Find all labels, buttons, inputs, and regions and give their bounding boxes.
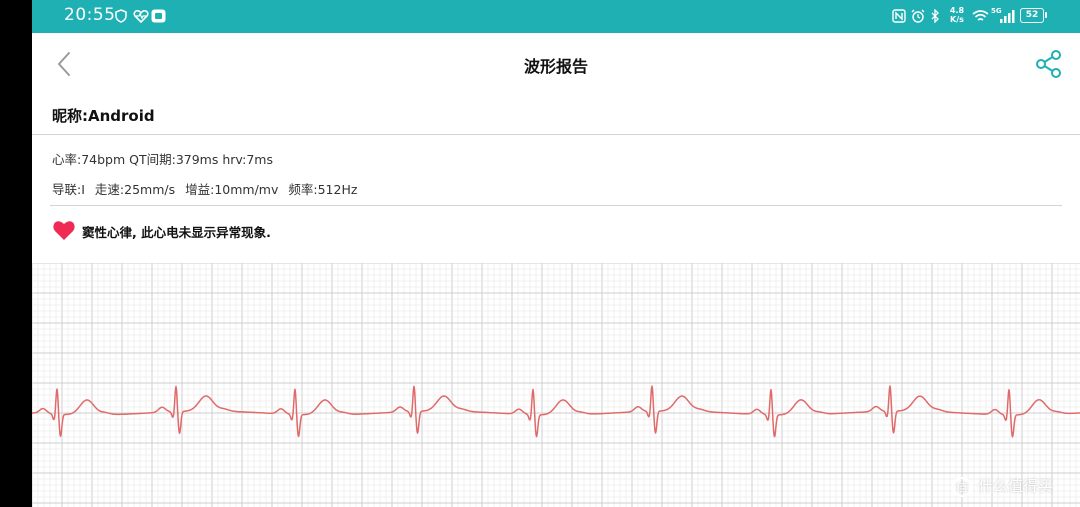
lead-value: 导联:I — [52, 182, 85, 197]
diagnosis-text: 窦性心律, 此心电未显示异常现象. — [82, 225, 271, 240]
battery-level: 52 — [1025, 10, 1039, 20]
ecg-grid — [32, 263, 1080, 507]
battery-tip — [1045, 12, 1047, 18]
nfc-icon — [892, 9, 906, 23]
recording-settings-info: 导联:I 走速:25mm/s 增益:10mm/mv 频率:512Hz — [52, 179, 367, 198]
wifi-icon — [972, 10, 989, 21]
network-speed: 4.8 K/s — [949, 6, 965, 24]
app-screen: 20:55 4.8 K/s 5G 52 波形报告 昵称:Android 心率:7… — [32, 0, 1080, 507]
gain-value: 增益:10mm/mv — [185, 182, 279, 197]
divider-top — [32, 134, 1080, 135]
speed-value: 走速:25mm/s — [94, 182, 176, 197]
watermark-text: 什么值得买 — [978, 477, 1054, 495]
share-button[interactable] — [1034, 49, 1064, 79]
shield-icon — [115, 9, 127, 23]
share-icon — [1036, 50, 1061, 78]
watermark: 值 什么值得买 — [950, 475, 1053, 498]
ecg-trace — [32, 385, 1080, 438]
ecg-waveform-svg — [32, 263, 1080, 507]
page-title: 波形报告 — [523, 57, 588, 76]
divider-middle — [50, 205, 1062, 206]
heart-rate-info: 心率:74bpm QT间期:379ms hrv:7ms — [52, 152, 273, 167]
nickname-label: 昵称:Android — [52, 107, 155, 125]
heart-rate-app-icon — [133, 9, 149, 23]
battery-icon: 52 — [1020, 8, 1044, 23]
watermark-logo-icon: 值 — [952, 476, 972, 497]
frequency-value: 频率:512Hz — [288, 182, 358, 197]
bluetooth-icon — [931, 9, 939, 23]
alarm-icon — [911, 9, 925, 23]
ecg-waveform-chart[interactable] — [32, 263, 1080, 507]
signal-strength-icon — [1000, 10, 1015, 23]
app-notification-icon — [151, 9, 166, 23]
navigation-bar: 波形报告 — [32, 33, 1080, 95]
status-bar: 20:55 4.8 K/s 5G 52 — [32, 0, 1080, 33]
status-time: 20:55 — [64, 5, 116, 25]
heart-icon — [53, 221, 75, 240]
svg-text:值: 值 — [957, 481, 968, 494]
